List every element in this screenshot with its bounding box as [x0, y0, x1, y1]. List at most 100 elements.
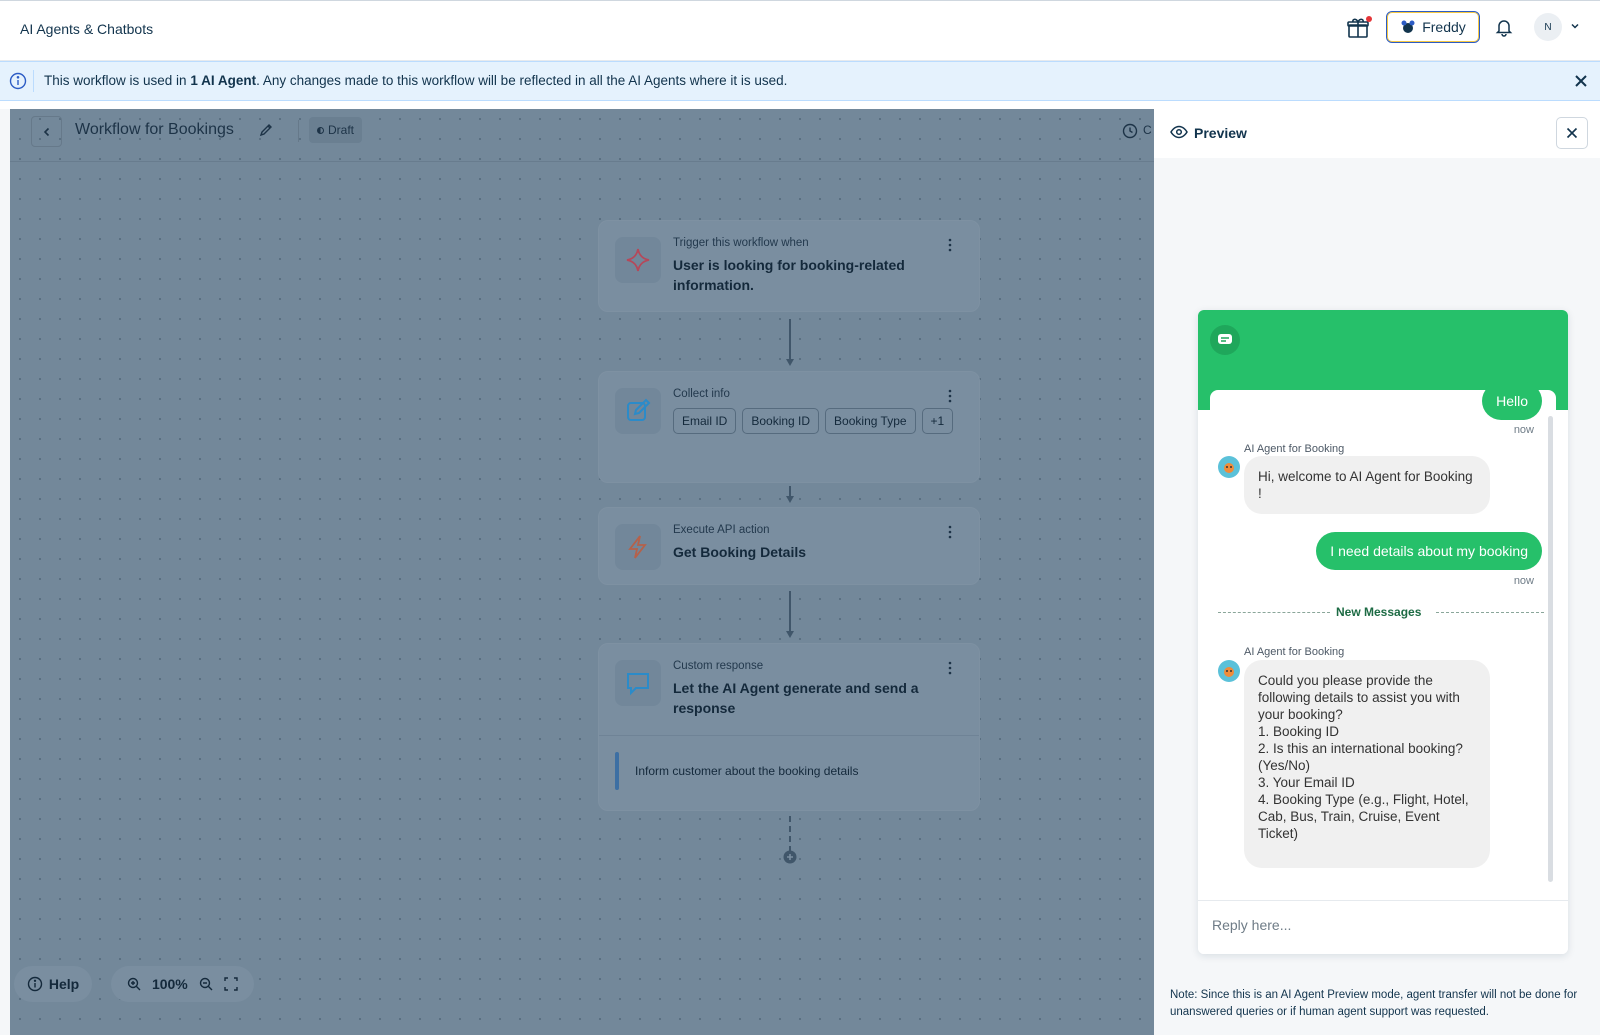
close-preview-button[interactable]	[1556, 117, 1588, 149]
chip-booking-id: Booking ID	[742, 408, 820, 434]
chip-booking-type: Booking Type	[825, 408, 916, 434]
node-icon-wrap	[615, 524, 661, 570]
edit-icon	[627, 398, 651, 421]
api-action-node[interactable]: Execute API action Get Booking Details	[598, 507, 980, 585]
zoom-level: 100%	[151, 976, 188, 992]
agent-name: AI Agent for Booking	[1244, 443, 1345, 455]
footer-text: Inform customer about the booking detail…	[635, 764, 859, 778]
agent-avatar	[1218, 456, 1240, 478]
fit-screen-icon[interactable]	[224, 977, 239, 991]
preview-note: Note: Since this is an AI Agent Preview …	[1170, 989, 1578, 1018]
connector-arrow	[786, 359, 794, 366]
reply-input[interactable]	[1212, 917, 1552, 933]
more-vertical-icon[interactable]	[944, 524, 956, 540]
chat-logo	[1210, 325, 1240, 355]
agent-avatar	[1218, 660, 1240, 682]
footer-accent-bar	[615, 752, 619, 790]
banner-divider	[33, 70, 34, 92]
preview-title: Preview	[1194, 125, 1247, 141]
node-label: Custom response	[673, 660, 764, 672]
header-divider	[298, 120, 299, 142]
connector-arrow	[786, 631, 794, 638]
chat-bubble-icon	[1218, 334, 1232, 344]
freddy-icon	[1401, 20, 1415, 33]
workflow-title: Workflow for Bookings	[75, 121, 234, 138]
close-icon[interactable]	[1573, 73, 1589, 89]
trigger-node[interactable]: Trigger this workflow when User is looki…	[598, 220, 980, 312]
node-label: Trigger this workflow when	[673, 237, 809, 249]
user-message: Hello	[1482, 382, 1542, 420]
divider-line	[1436, 612, 1544, 613]
info-icon	[27, 976, 43, 992]
node-label: Execute API action	[673, 524, 770, 536]
connector-arrow	[786, 496, 794, 503]
message-time: now	[1513, 424, 1534, 436]
bot-face-icon	[1224, 667, 1234, 677]
connector-line	[789, 591, 791, 633]
node-icon-wrap	[615, 237, 661, 283]
chat-messages[interactable]: Hello now AI Agent for Booking Hi, welco…	[1210, 382, 1556, 890]
pencil-icon[interactable]	[258, 122, 274, 138]
zoom-out-icon[interactable]	[199, 977, 213, 991]
workflow-header: Workflow for Bookings Draft C	[10, 109, 1154, 162]
more-vertical-icon[interactable]	[944, 237, 956, 253]
divider-line	[1218, 612, 1330, 613]
node-label: Collect info	[673, 388, 730, 400]
node-footer: Inform customer about the booking detail…	[599, 735, 979, 811]
connector-dashed	[789, 816, 791, 852]
status-label: Draft	[328, 123, 355, 137]
agent-message: Could you please provide the following d…	[1244, 660, 1490, 868]
more-vertical-icon[interactable]	[944, 660, 956, 676]
sparkle-icon	[626, 248, 650, 272]
collect-info-node[interactable]: Collect info Email ID Booking ID Booking T…	[598, 371, 980, 483]
agent-message: Hi, welcome to AI Agent for Booking !	[1244, 456, 1490, 514]
clock-icon[interactable]	[1122, 123, 1138, 139]
chat-scrollbar[interactable]	[1548, 416, 1553, 882]
clock-label: C	[1143, 123, 1152, 137]
field-chips: Email ID Booking ID Booking Type +1	[673, 408, 963, 442]
new-messages-divider: New Messages	[1336, 605, 1422, 619]
chip-more-count[interactable]: +1	[921, 408, 954, 434]
zoom-in-icon[interactable]	[127, 977, 141, 991]
chevron-down-icon[interactable]	[1570, 21, 1580, 31]
preview-header: Preview	[1154, 109, 1600, 158]
chevron-left-icon	[43, 127, 49, 136]
zoom-controls: 100%	[111, 966, 254, 1002]
chat-widget: Hello now AI Agent for Booking Hi, welco…	[1198, 310, 1568, 954]
help-button[interactable]: Help	[14, 966, 92, 1002]
draft-status-icon	[317, 126, 324, 134]
connector-line	[789, 319, 791, 361]
freddy-label: Freddy	[1422, 19, 1466, 35]
user-message: I need details about my booking	[1316, 532, 1542, 570]
node-value: User is looking for booking-related info…	[673, 257, 905, 293]
preview-panel: Preview Hello now AI Agent for Booking H…	[1154, 109, 1600, 1035]
bot-face-icon	[1224, 463, 1234, 473]
banner-message: This workflow is used in 1 AI Agent. Any…	[44, 73, 788, 88]
node-value: Get Booking Details	[673, 544, 807, 560]
close-icon	[1566, 127, 1578, 139]
info-banner: This workflow is used in 1 AI Agent. Any…	[0, 61, 1600, 101]
node-icon-wrap	[615, 388, 661, 434]
node-icon-wrap	[615, 660, 661, 706]
help-label: Help	[48, 976, 80, 992]
eye-icon	[1170, 125, 1188, 139]
back-button[interactable]	[31, 116, 62, 147]
message-icon	[627, 673, 649, 696]
app-title: AI Agents & Chatbots	[20, 21, 154, 37]
workflow-canvas[interactable]: Workflow for Bookings Draft C Trigger th…	[10, 109, 1154, 1035]
notification-dot	[1366, 16, 1372, 22]
bell-icon[interactable]	[1494, 17, 1514, 37]
message-time: now	[1513, 575, 1534, 587]
chip-email-id: Email ID	[673, 408, 737, 434]
node-value: Let the AI Agent generate and send a res…	[673, 680, 919, 716]
freddy-button[interactable]: Freddy	[1386, 11, 1480, 43]
info-icon	[9, 72, 27, 90]
user-avatar[interactable]: N	[1534, 13, 1562, 41]
left-strip	[0, 109, 10, 1035]
custom-response-node[interactable]: Custom response Let the AI Agent generat…	[598, 643, 980, 811]
status-badge: Draft	[309, 117, 363, 143]
add-node-icon[interactable]	[783, 850, 797, 864]
top-bar: AI Agents & Chatbots Freddy N	[0, 0, 1600, 61]
agent-name: AI Agent for Booking	[1244, 646, 1345, 658]
more-vertical-icon[interactable]	[944, 388, 956, 404]
